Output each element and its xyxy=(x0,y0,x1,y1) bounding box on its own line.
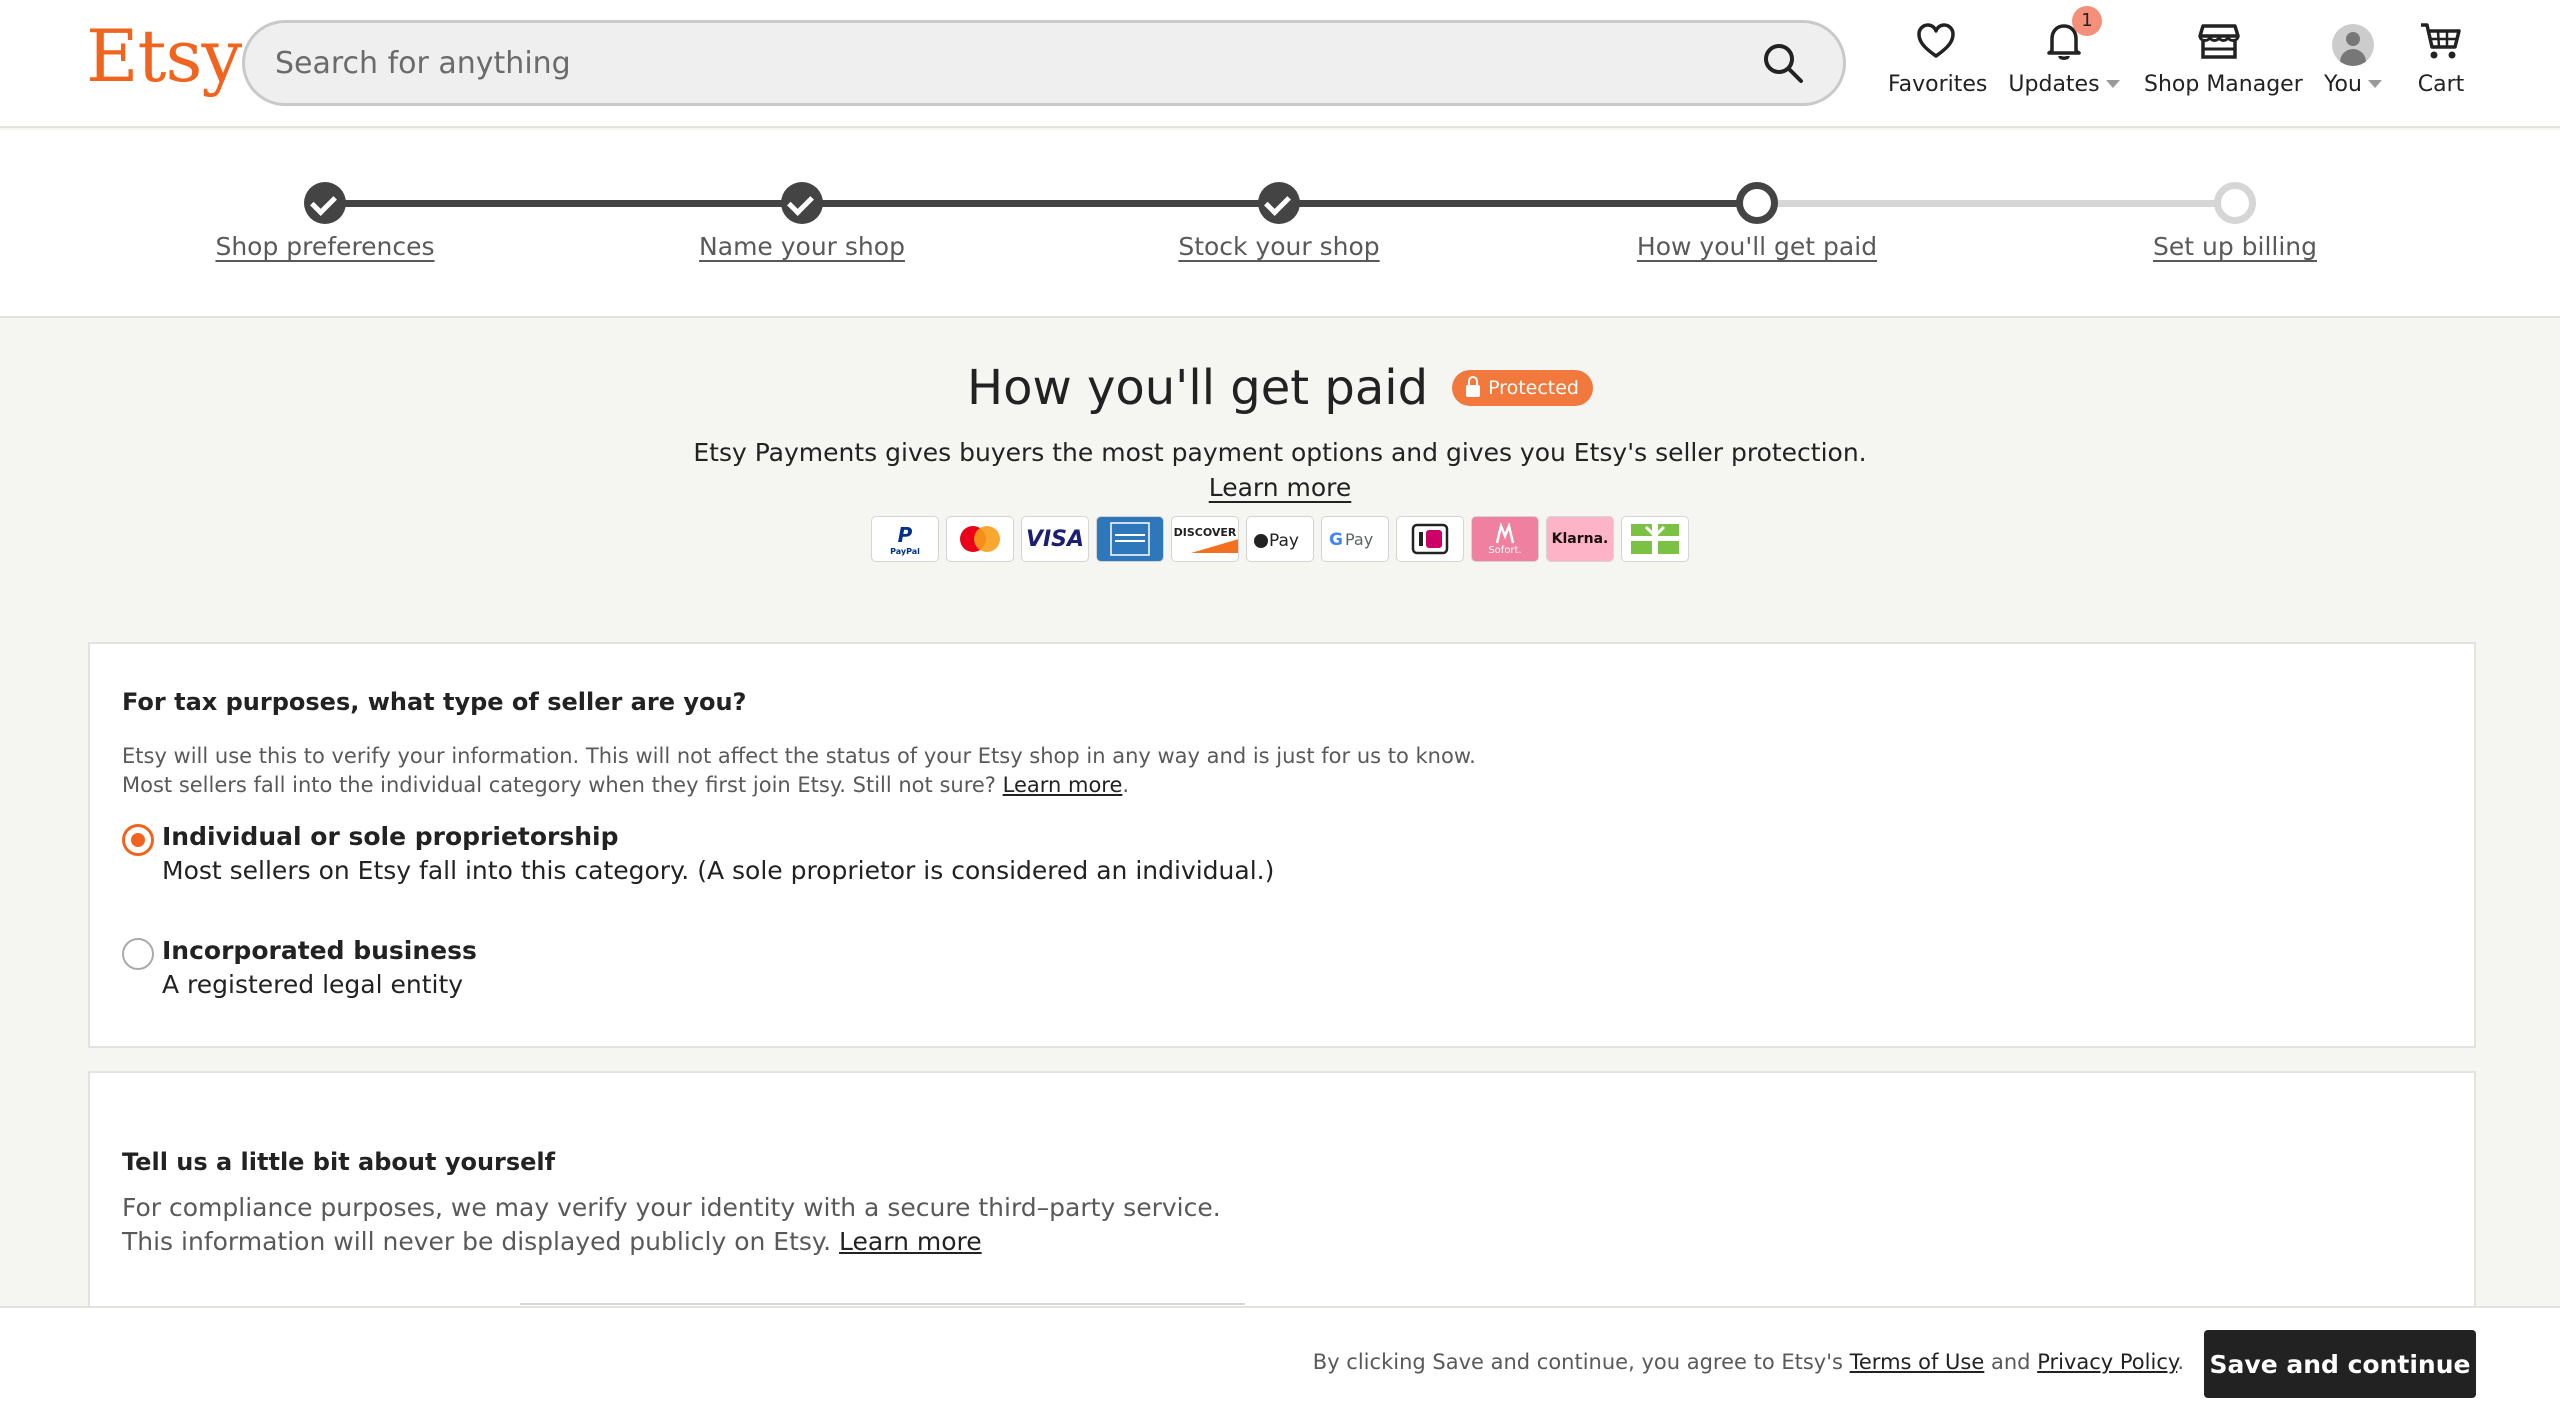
privacy-policy-link[interactable]: Privacy Policy xyxy=(2037,1350,2177,1374)
step-shop-preferences: Shop preferences xyxy=(125,182,525,261)
favorites-button[interactable]: Favorites xyxy=(1888,20,1988,97)
current-step-icon xyxy=(1736,182,1778,224)
onboarding-progress: Shop preferences Name your shop Stock yo… xyxy=(0,130,2560,318)
shop-manager-label: Shop Manager xyxy=(2144,72,2303,97)
agreement-period: . xyxy=(2177,1350,2184,1374)
bell-icon: 1 xyxy=(2008,6,2120,66)
step-link-how-youll-get-paid[interactable]: How you'll get paid xyxy=(1637,232,1877,261)
form-field-top-edge xyxy=(520,1303,1245,1305)
agreement-text: By clicking Save and continue, you agree… xyxy=(1313,1350,2184,1374)
step-name-your-shop: Name your shop xyxy=(602,182,1002,261)
search-input[interactable] xyxy=(275,23,1675,103)
seller-type-help: Etsy will use this to verify your inform… xyxy=(122,742,1476,800)
step-link-stock-your-shop[interactable]: Stock your shop xyxy=(1178,232,1379,261)
svg-text:PayPal: PayPal xyxy=(890,547,920,556)
chevron-down-icon xyxy=(2105,80,2120,88)
about-line2: This information will never be displayed… xyxy=(122,1227,832,1256)
google-pay-icon: G Pay xyxy=(1321,516,1389,562)
search-icon[interactable] xyxy=(1761,41,1805,85)
option-incorporated-description: A registered legal entity xyxy=(162,970,464,999)
svg-text:P: P xyxy=(898,523,913,547)
agreement-prefix: By clicking Save and continue, you agree… xyxy=(1312,1350,1843,1374)
svg-text:Pay: Pay xyxy=(1269,531,1299,551)
about-description: For compliance purposes, we may verify y… xyxy=(122,1191,1221,1259)
about-line2-row: This information will never be displayed… xyxy=(122,1225,1221,1259)
option-incorporated[interactable]: Incorporated business A registered legal… xyxy=(122,936,822,1006)
check-icon xyxy=(1258,182,1300,224)
gift-card-icon xyxy=(1621,516,1689,562)
protected-badge: Protected xyxy=(1452,370,1593,406)
seller-type-learn-more-link[interactable]: Learn more xyxy=(1003,773,1123,797)
svg-text:G: G xyxy=(1329,530,1343,550)
cart-icon xyxy=(2410,20,2472,66)
check-icon xyxy=(781,182,823,224)
agreement-and: and xyxy=(1990,1350,2031,1374)
sofort-icon: Sofort. xyxy=(1471,516,1539,562)
protected-badge-label: Protected xyxy=(1488,377,1579,399)
avatar xyxy=(2332,24,2374,66)
cart-label: Cart xyxy=(2417,72,2465,97)
lock-icon xyxy=(1466,375,1481,397)
step-stock-your-shop: Stock your shop xyxy=(1079,182,1479,261)
you-label: You xyxy=(2324,72,2362,97)
apple-pay-icon: Pay xyxy=(1246,516,1314,562)
intro-description: Etsy Payments gives buyers the most paym… xyxy=(693,438,1867,467)
search-bar xyxy=(242,20,1846,106)
seller-type-card: For tax purposes, what type of seller ar… xyxy=(88,642,2476,1048)
option-individual[interactable]: Individual or sole proprietorship Most s… xyxy=(122,822,1422,892)
discover-icon: DISCOVER xyxy=(1171,516,1239,562)
step-link-shop-preferences[interactable]: Shop preferences xyxy=(215,232,434,261)
step-link-set-up-billing[interactable]: Set up billing xyxy=(2153,232,2317,261)
seller-type-help-line2: Most sellers fall into the individual ca… xyxy=(122,773,996,797)
ideal-icon xyxy=(1396,516,1464,562)
seller-type-help-line1: Etsy will use this to verify your inform… xyxy=(122,744,1476,768)
shop-manager-button[interactable]: Shop Manager xyxy=(2144,20,2303,97)
paypal-icon: P PayPal xyxy=(871,516,939,562)
top-header: Etsy Favorites 1 Updates Shop Manager Yo… xyxy=(0,0,2560,128)
about-line1: For compliance purposes, we may verify y… xyxy=(122,1193,1221,1222)
learn-more-link[interactable]: Learn more xyxy=(1209,473,1352,502)
amex-icon xyxy=(1096,516,1164,562)
save-and-continue-button[interactable]: Save and continue xyxy=(2204,1330,2476,1398)
step-link-name-your-shop[interactable]: Name your shop xyxy=(699,232,905,261)
chevron-down-icon xyxy=(2367,80,2382,88)
option-individual-label: Individual or sole proprietorship xyxy=(162,822,619,851)
progress-track-complete xyxy=(325,200,1757,207)
payment-intro: How you'll get paid Protected Etsy Payme… xyxy=(0,360,2560,562)
radio-individual[interactable] xyxy=(122,824,154,856)
updates-label: Updates xyxy=(2008,72,2100,97)
about-title: Tell us a little bit about yourself xyxy=(122,1148,556,1176)
step-how-youll-get-paid: How you'll get paid xyxy=(1557,182,1957,261)
svg-text:Pay: Pay xyxy=(1345,530,1373,549)
updates-button[interactable]: 1 Updates xyxy=(2008,6,2120,97)
option-incorporated-label: Incorporated business xyxy=(162,936,477,965)
check-icon xyxy=(304,182,346,224)
you-menu-button[interactable]: You xyxy=(2318,20,2388,97)
pending-step-icon xyxy=(2214,182,2256,224)
sticky-footer: By clicking Save and continue, you agree… xyxy=(0,1306,2560,1418)
cart-button[interactable]: Cart xyxy=(2410,20,2472,97)
favorites-label: Favorites xyxy=(1888,72,1988,97)
updates-badge: 1 xyxy=(2072,6,2102,36)
klarna-icon: Klarna. xyxy=(1546,516,1614,562)
step-set-up-billing: Set up billing xyxy=(2035,182,2435,261)
payment-methods: P PayPal VISA DISCOVER Pay G Pay Sofort. K… xyxy=(0,516,2560,562)
page-title: How you'll get paid xyxy=(967,360,1429,416)
heart-icon xyxy=(1888,20,1984,66)
terms-of-use-link[interactable]: Terms of Use xyxy=(1850,1350,1985,1374)
mastercard-icon xyxy=(946,516,1014,562)
etsy-logo[interactable]: Etsy xyxy=(86,14,242,98)
visa-icon: VISA xyxy=(1021,516,1089,562)
about-learn-more-link[interactable]: Learn more xyxy=(839,1227,982,1256)
option-individual-description: Most sellers on Etsy fall into this cate… xyxy=(162,856,1275,885)
seller-type-help-line2-row: Most sellers fall into the individual ca… xyxy=(122,773,1130,797)
seller-type-question: For tax purposes, what type of seller ar… xyxy=(122,688,747,716)
shop-icon xyxy=(2144,20,2294,66)
radio-incorporated[interactable] xyxy=(122,938,154,970)
